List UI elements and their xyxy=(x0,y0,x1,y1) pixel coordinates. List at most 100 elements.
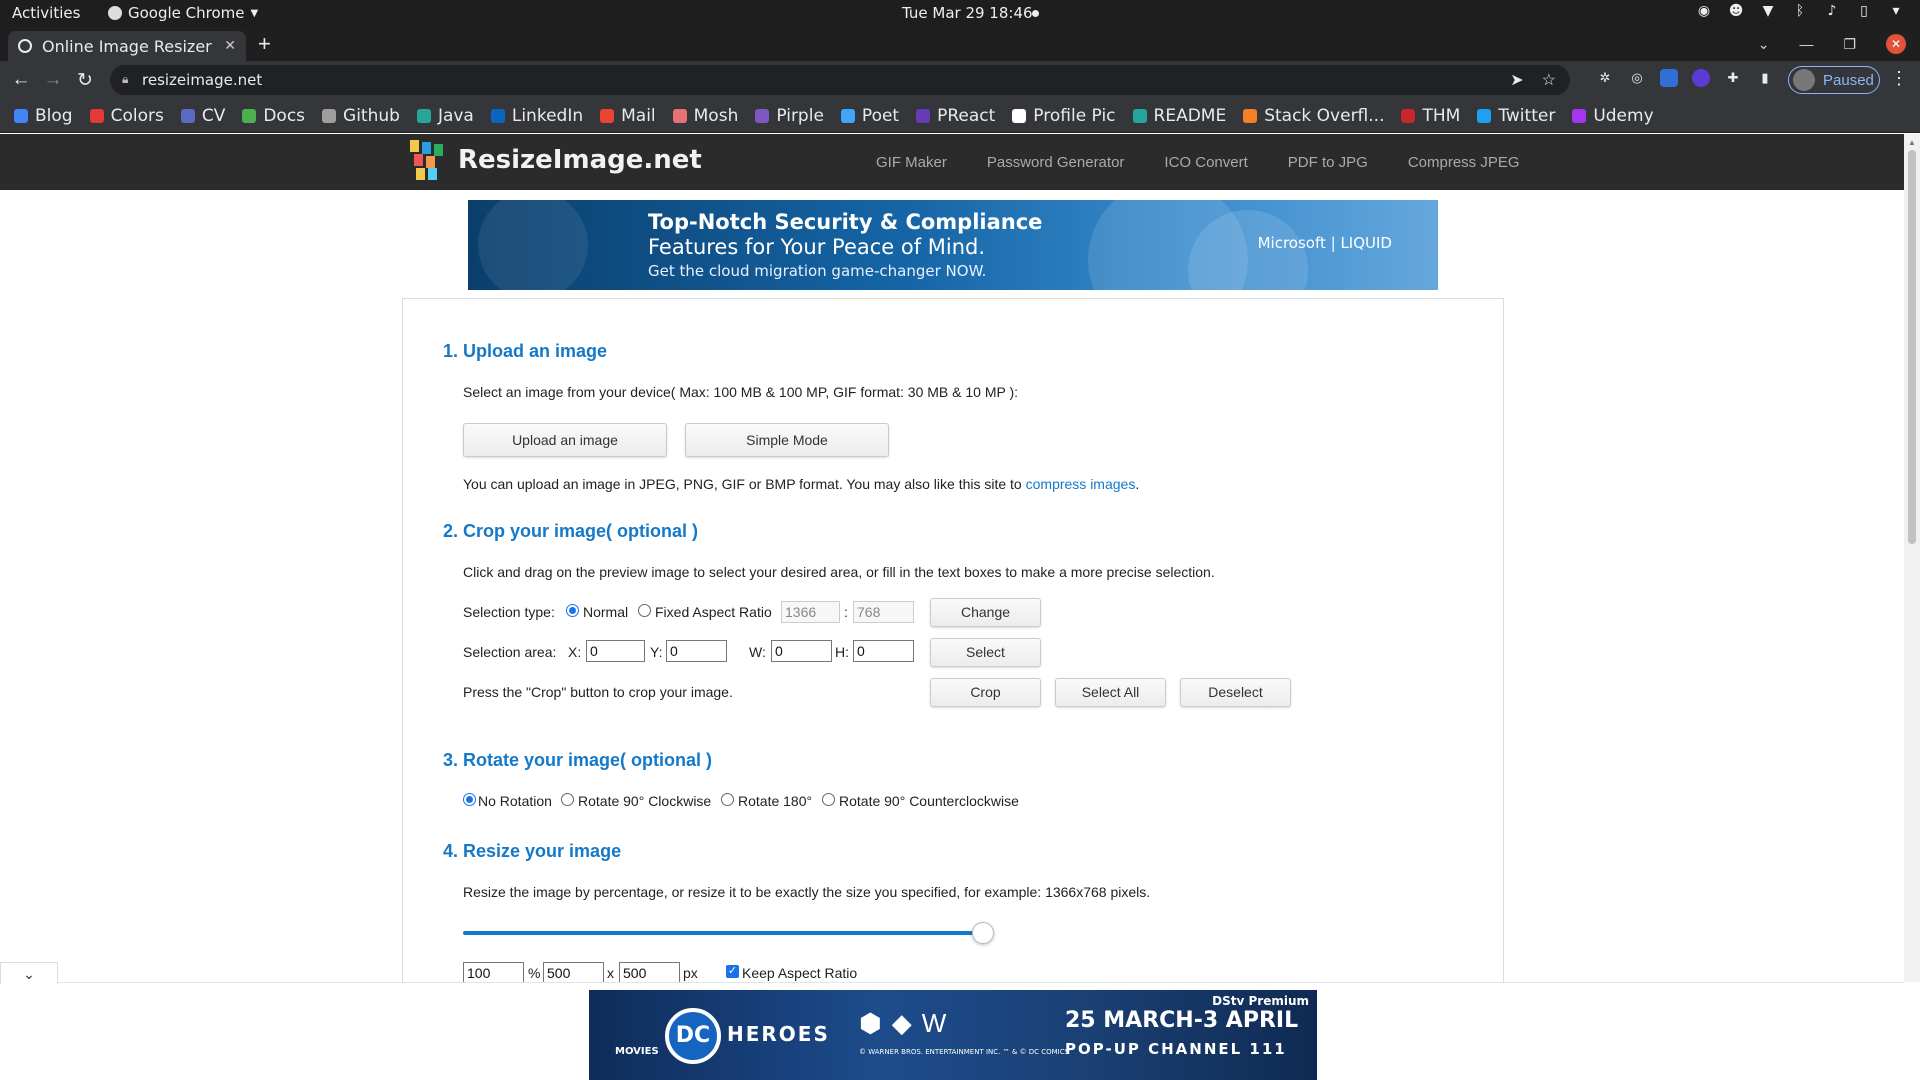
x-input[interactable]: 0 xyxy=(586,640,645,662)
rotate-180-radio[interactable] xyxy=(721,793,734,806)
scroll-up-icon[interactable]: ▲ xyxy=(1908,138,1916,147)
rotate-90-ccw-radio[interactable] xyxy=(822,793,835,806)
reload-icon[interactable]: ↻ xyxy=(74,69,96,92)
width-input[interactable]: 500 xyxy=(543,962,604,984)
scrollbar-thumb[interactable] xyxy=(1908,150,1916,544)
profile-button[interactable]: Paused xyxy=(1788,66,1880,94)
crop-button[interactable]: Crop xyxy=(930,678,1041,707)
y-input[interactable]: 0 xyxy=(666,640,727,662)
rotate-90-ccw-label[interactable]: Rotate 90° Counterclockwise xyxy=(839,793,1019,809)
change-button[interactable]: Change xyxy=(930,598,1041,627)
nav-link-password-generator[interactable]: Password Generator xyxy=(987,154,1125,171)
keep-aspect-checkbox[interactable]: ✓ xyxy=(726,965,739,978)
select-all-button[interactable]: Select All xyxy=(1055,678,1166,707)
bookmark-linkedin[interactable]: LinkedIn xyxy=(490,106,583,126)
side-panel-icon[interactable]: ▮ xyxy=(1756,69,1774,87)
h-input[interactable]: 0 xyxy=(853,640,914,662)
minimize-icon[interactable]: — xyxy=(1799,36,1813,52)
tab-online-image-resizer[interactable]: Online Image Resizer ✕ xyxy=(8,31,246,61)
bookmark-poet[interactable]: Poet xyxy=(840,106,899,126)
ad-headline-2: Features for Your Peace of Mind. xyxy=(648,235,986,259)
restore-icon[interactable]: ❐ xyxy=(1843,36,1856,53)
bookmark-pirple[interactable]: Pirple xyxy=(755,106,824,126)
rotate-90-cw-label[interactable]: Rotate 90° Clockwise xyxy=(578,793,711,809)
url-text[interactable]: resizeimage.net xyxy=(142,71,262,89)
forward-arrow-icon[interactable]: → xyxy=(42,69,64,91)
collapse-ad-button[interactable]: ⌄ xyxy=(0,962,58,984)
rotate-90-cw-radio[interactable] xyxy=(561,793,574,806)
extension-record-icon[interactable]: ◎ xyxy=(1628,69,1646,87)
normal-radio[interactable] xyxy=(566,604,579,617)
w-input[interactable]: 0 xyxy=(771,640,832,662)
bookmark-stack-overfl[interactable]: Stack Overfl... xyxy=(1243,106,1384,126)
indicator-icon[interactable]: ◉ xyxy=(1696,3,1712,19)
new-tab-button[interactable]: + xyxy=(258,31,271,57)
fixed-ratio-radio[interactable] xyxy=(638,604,651,617)
system-tray[interactable]: ◉ ☻ ▼ ᛒ ♪ ▯ ▾ xyxy=(1696,3,1904,19)
system-menu-caret-icon[interactable]: ▾ xyxy=(1888,3,1904,19)
select-button[interactable]: Select xyxy=(930,638,1041,667)
no-rotation-label[interactable]: No Rotation xyxy=(478,793,552,809)
lock-icon[interactable]: 🔒︎ xyxy=(122,72,128,87)
rotate-180-label[interactable]: Rotate 180° xyxy=(738,793,812,809)
nav-link-ico-convert[interactable]: ICO Convert xyxy=(1164,154,1247,171)
nav-link-compress-jpeg[interactable]: Compress JPEG xyxy=(1408,154,1520,171)
clock[interactable]: Tue Mar 29 18:46 xyxy=(902,4,1033,22)
bookmark-thm[interactable]: THM xyxy=(1401,106,1460,126)
tab-search-icon[interactable]: ⌄ xyxy=(1758,36,1770,53)
ratio-height-input[interactable]: 768 xyxy=(853,601,914,623)
extension-gear-icon[interactable]: ✲ xyxy=(1596,69,1614,87)
resize-slider-thumb[interactable] xyxy=(972,922,994,944)
extensions-puzzle-icon[interactable]: ✚ xyxy=(1724,69,1742,87)
bookmark-mosh[interactable]: Mosh xyxy=(672,106,738,126)
extension-purple-icon[interactable] xyxy=(1692,69,1710,87)
bookmark-udemy[interactable]: Udemy xyxy=(1572,106,1654,126)
keep-aspect-label[interactable]: Keep Aspect Ratio xyxy=(742,965,857,981)
app-menu[interactable]: Google Chrome ▼ xyxy=(108,4,258,22)
simple-mode-button[interactable]: Simple Mode xyxy=(685,423,889,457)
normal-label[interactable]: Normal xyxy=(583,604,628,620)
address-bar[interactable]: 🔒︎ resizeimage.net ➤ ☆ xyxy=(110,65,1570,95)
site-logo[interactable]: ResizeImage.net xyxy=(410,140,702,180)
bookmark-star-icon[interactable]: ☆ xyxy=(1542,70,1556,90)
back-arrow-icon[interactable]: ← xyxy=(10,69,32,91)
discord-icon[interactable]: ☻ xyxy=(1728,3,1744,19)
bookmark-cv[interactable]: CV xyxy=(180,106,225,126)
upload-image-button[interactable]: Upload an image xyxy=(463,423,667,457)
activities-button[interactable]: Activities xyxy=(12,4,80,22)
percent-input[interactable]: 100 xyxy=(463,962,524,984)
ratio-width-input[interactable]: 1366 xyxy=(781,601,840,623)
bookmark-label: README xyxy=(1153,105,1227,126)
bookmark-mail[interactable]: Mail xyxy=(600,106,656,126)
nav-link-gif-maker[interactable]: GIF Maker xyxy=(876,154,947,171)
bookmark-github[interactable]: Github xyxy=(322,106,400,126)
battery-icon[interactable]: ▯ xyxy=(1856,3,1872,19)
bookmark-favicon-icon xyxy=(180,108,195,123)
compress-images-link[interactable]: compress images xyxy=(1026,476,1136,492)
bookmark-docs[interactable]: Docs xyxy=(242,106,305,126)
bookmark-blog[interactable]: Blog xyxy=(14,106,73,126)
bluetooth-icon[interactable]: ᛒ xyxy=(1792,3,1808,19)
height-input[interactable]: 500 xyxy=(619,962,680,984)
resize-slider-track[interactable] xyxy=(463,931,983,935)
bookmark-twitter[interactable]: Twitter xyxy=(1477,106,1555,126)
deselect-button[interactable]: Deselect xyxy=(1180,678,1291,707)
close-window-icon[interactable]: ✕ xyxy=(1886,34,1906,54)
bookmark-java[interactable]: Java xyxy=(416,106,474,126)
ad-banner-bottom[interactable]: MOVIES DC HEROES ⬢ ◆ W © WARNER BROS. EN… xyxy=(589,990,1317,1080)
nav-link-pdf-to-jpg[interactable]: PDF to JPG xyxy=(1288,154,1368,171)
page-scrollbar[interactable]: ▲ xyxy=(1904,134,1920,982)
send-tab-icon[interactable]: ➤ xyxy=(1510,70,1523,90)
bookmark-profile-pic[interactable]: Profile Pic xyxy=(1012,106,1116,126)
bookmark-readme[interactable]: README xyxy=(1132,105,1227,126)
fixed-ratio-label[interactable]: Fixed Aspect Ratio xyxy=(655,604,772,620)
wifi-icon[interactable]: ▼ xyxy=(1760,3,1776,19)
ad-banner-top[interactable]: Top-Notch Security & Compliance Features… xyxy=(468,200,1438,290)
bookmark-preact[interactable]: PReact xyxy=(916,106,995,126)
volume-icon[interactable]: ♪ xyxy=(1824,3,1840,19)
chrome-menu-icon[interactable]: ⋮ xyxy=(1890,68,1908,89)
bookmark-colors[interactable]: Colors xyxy=(89,106,164,126)
no-rotation-radio[interactable] xyxy=(463,793,476,806)
extension-blue-icon[interactable] xyxy=(1660,69,1678,87)
close-tab-icon[interactable]: ✕ xyxy=(224,38,236,54)
